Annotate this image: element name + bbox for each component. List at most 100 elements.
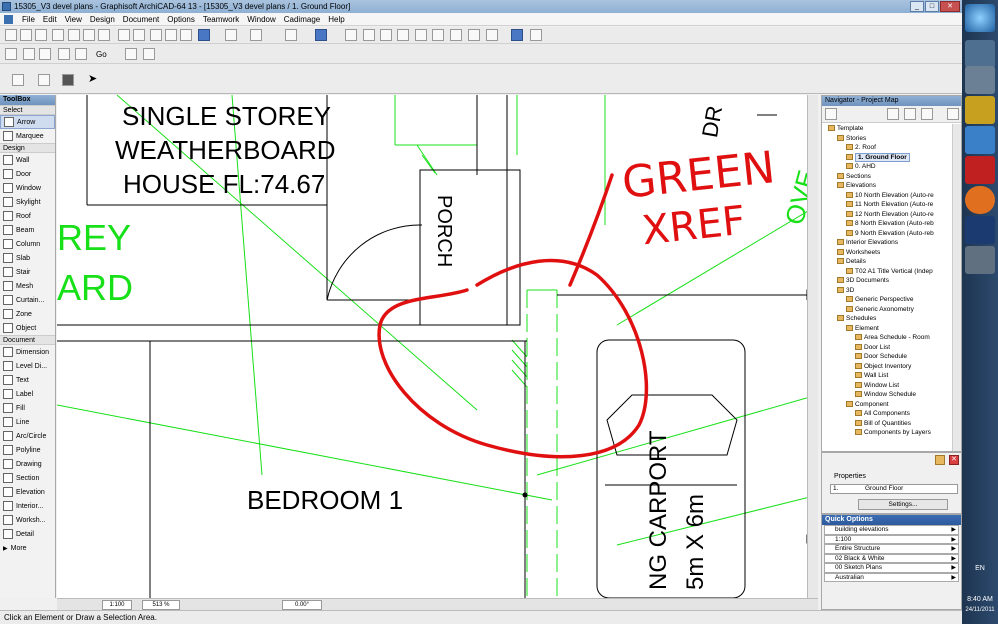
tool-text[interactable]: Text — [0, 373, 55, 387]
project-map-item[interactable]: Element — [822, 324, 953, 334]
section-marker-icon[interactable] — [432, 29, 444, 41]
tray-time[interactable]: 8:40 AM — [962, 596, 998, 603]
layer-combination-icon[interactable] — [315, 29, 327, 41]
quick-option-layer-combination[interactable]: building elevations ▶ — [824, 525, 959, 535]
menu-window[interactable]: Window — [243, 13, 279, 25]
toolbox-design-section[interactable]: Design — [0, 143, 55, 153]
project-map-item[interactable]: 3D Documents — [822, 276, 953, 286]
rectangle-select-icon[interactable] — [38, 74, 50, 86]
quick-option-scale[interactable]: 1:100 ▶ — [824, 534, 959, 544]
angle-field[interactable]: 0.00° — [282, 600, 322, 610]
measure-icon[interactable] — [397, 29, 409, 41]
firefox-taskbar-icon[interactable] — [965, 186, 995, 214]
project-map-item[interactable]: Interior Elevations — [822, 238, 953, 248]
grid-snap-icon[interactable] — [225, 29, 237, 41]
walk-icon[interactable] — [143, 48, 155, 60]
project-map-item[interactable]: 3D — [822, 286, 953, 296]
fill-icon[interactable] — [363, 29, 375, 41]
settings-button[interactable]: Settings... — [858, 499, 948, 510]
project-map-item[interactable]: T02 A1 Title Vertical (Indep — [822, 267, 953, 277]
teamwork-icon[interactable] — [511, 29, 523, 41]
quick-option-structure-display[interactable]: Entire Structure ▶ — [824, 544, 959, 554]
tool-skylight[interactable]: Skylight — [0, 195, 55, 209]
tool-polyline[interactable]: Polyline — [0, 443, 55, 457]
menu-edit[interactable]: Edit — [39, 13, 61, 25]
tool-wall[interactable]: Wall — [0, 153, 55, 167]
floor-plan-canvas[interactable]: SINGLE STOREY WEATHERBOARD HOUSE FL:74.6… — [57, 95, 818, 598]
organizer-icon[interactable] — [947, 108, 959, 120]
navigator-scrollbar[interactable] — [952, 124, 961, 451]
project-map-item[interactable]: Door List — [822, 343, 953, 353]
copy-icon[interactable] — [83, 29, 95, 41]
project-map-item[interactable]: Sections — [822, 172, 953, 182]
pdf-reader-taskbar-icon[interactable] — [965, 156, 995, 184]
menu-design[interactable]: Design — [86, 13, 119, 25]
window-switcher-icon[interactable] — [965, 66, 995, 94]
eyedropper-icon[interactable] — [180, 29, 192, 41]
layout-book-icon[interactable] — [58, 48, 70, 60]
tool-fill[interactable]: Fill — [0, 401, 55, 415]
tray-date[interactable]: 24/11/2011 — [962, 607, 998, 613]
properties-id-row[interactable]: 1. Ground Floor — [830, 484, 958, 494]
tool-drawing[interactable]: Drawing — [0, 457, 55, 471]
tool-mesh[interactable]: Mesh — [0, 279, 55, 293]
new-file-icon[interactable] — [5, 29, 17, 41]
scale-field[interactable]: 1:100 — [102, 600, 132, 610]
project-map-item[interactable]: Worksheets — [822, 248, 953, 258]
menu-help[interactable]: Help — [324, 13, 348, 25]
trim-icon[interactable] — [468, 29, 480, 41]
tool-line[interactable]: Line — [0, 415, 55, 429]
3d-orbit-icon[interactable] — [125, 48, 137, 60]
quick-option-dimension-standard[interactable]: Australian ▶ — [824, 572, 959, 582]
print-preview-icon[interactable] — [75, 48, 87, 60]
rotated-rectangle-icon[interactable] — [62, 74, 74, 86]
tool-elevation[interactable]: Elevation — [0, 485, 55, 499]
close-button[interactable]: ✕ — [940, 1, 960, 12]
tool-beam[interactable]: Beam — [0, 223, 55, 237]
paste-icon[interactable] — [98, 29, 110, 41]
grid-icon[interactable] — [380, 29, 392, 41]
toolbox-document-section[interactable]: Document — [0, 335, 55, 345]
tool-detail[interactable]: Detail — [0, 527, 55, 541]
3d-window-icon[interactable] — [23, 48, 35, 60]
cut-icon[interactable] — [68, 29, 80, 41]
special-snap-icon[interactable] — [250, 29, 262, 41]
document-icon[interactable] — [4, 15, 13, 24]
project-map-item[interactable]: Bill of Quantities — [822, 419, 953, 429]
project-map-item[interactable]: All Components — [822, 409, 953, 419]
save-icon[interactable] — [35, 29, 47, 41]
project-map-item[interactable]: 12 North Elevation (Auto-re — [822, 210, 953, 220]
new-folder-icon[interactable] — [935, 455, 945, 465]
arrow-pointer-icon[interactable]: ➤ — [88, 72, 100, 85]
project-map-item[interactable]: Component — [822, 400, 953, 410]
folder-taskbar-icon[interactable] — [965, 96, 995, 124]
quick-option-pen-set[interactable]: 02 Black & White ▶ — [824, 553, 959, 563]
tool-door[interactable]: Door — [0, 167, 55, 181]
project-map-item[interactable]: Window Schedule — [822, 390, 953, 400]
pen-icon[interactable] — [345, 29, 357, 41]
menu-options[interactable]: Options — [163, 13, 199, 25]
language-indicator[interactable]: EN — [962, 565, 998, 572]
layout-book-map-icon[interactable] — [904, 108, 916, 120]
delete-icon[interactable]: ✕ — [949, 455, 959, 465]
snap-guide-icon[interactable] — [198, 29, 210, 41]
project-map-item[interactable]: 2. Roof — [822, 143, 953, 153]
tool-zone[interactable]: Zone — [0, 307, 55, 321]
pick-up-parameters-icon[interactable] — [150, 29, 162, 41]
tool-arrow[interactable]: Arrow — [0, 115, 55, 129]
project-map-item[interactable]: Window List — [822, 381, 953, 391]
project-map-item[interactable]: 9 North Elevation (Auto-reb — [822, 229, 953, 239]
tool-section[interactable]: Section — [0, 471, 55, 485]
redo-icon[interactable] — [133, 29, 145, 41]
render-icon[interactable] — [530, 29, 542, 41]
minimize-button[interactable]: _ — [910, 1, 924, 12]
publisher-sets-icon[interactable] — [921, 108, 933, 120]
start-button-icon[interactable] — [965, 4, 995, 32]
project-map-item[interactable]: Components by Layers — [822, 428, 953, 438]
floor-plan-view-icon[interactable] — [5, 48, 17, 60]
menu-cadimage[interactable]: Cadimage — [280, 13, 324, 25]
project-map-item[interactable]: Generic Axonometry — [822, 305, 953, 315]
canvas-vertical-scrollbar[interactable] — [807, 95, 818, 598]
project-map-item[interactable]: Area Schedule - Room — [822, 333, 953, 343]
split-icon[interactable] — [450, 29, 462, 41]
